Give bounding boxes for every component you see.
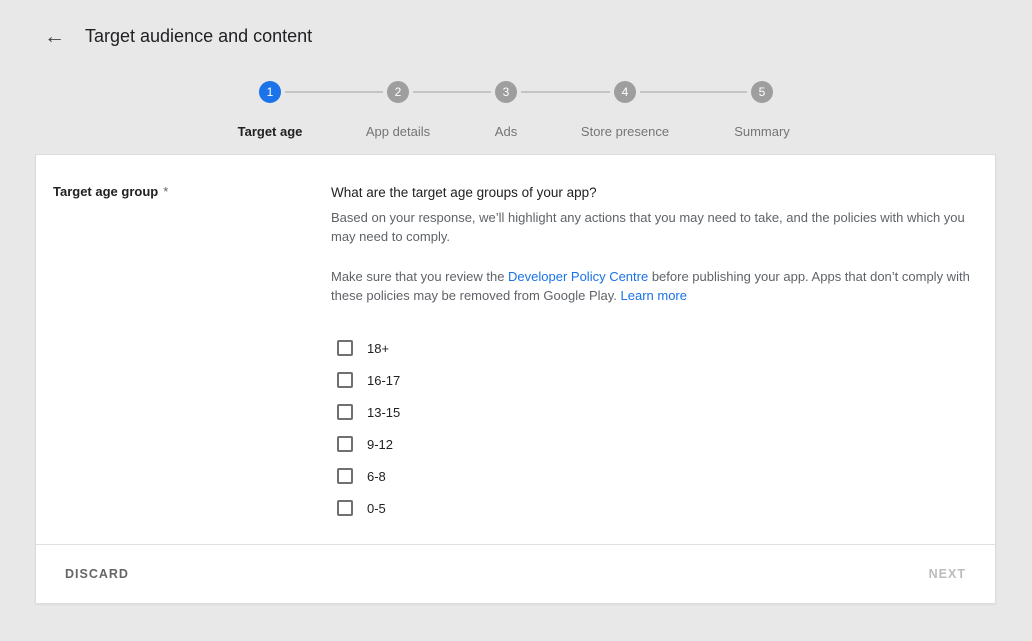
card-body: Target age group * What are the target ag… bbox=[36, 155, 995, 544]
checkbox-label: 18+ bbox=[367, 341, 389, 356]
back-arrow-icon[interactable]: ← bbox=[44, 26, 65, 47]
checkbox-9-12[interactable] bbox=[337, 436, 353, 452]
field-label-group: Target age group * bbox=[53, 184, 168, 199]
checkbox-13-15[interactable] bbox=[337, 404, 353, 420]
step-number-badge: 2 bbox=[387, 81, 409, 103]
page: ← Target audience and content 1 Target a… bbox=[0, 0, 1032, 641]
stepper: 1 Target age 2 App details 3 Ads 4 Store… bbox=[0, 81, 1032, 151]
checkbox-label: 6-8 bbox=[367, 469, 386, 484]
checkbox-label: 0-5 bbox=[367, 501, 386, 516]
checkbox-row-16-17[interactable]: 16-17 bbox=[331, 364, 981, 396]
next-button[interactable]: NEXT bbox=[929, 567, 966, 581]
step-label: Ads bbox=[495, 124, 517, 139]
page-header: ← Target audience and content bbox=[44, 26, 312, 47]
step-label: Target age bbox=[238, 124, 303, 139]
stepper-step-summary[interactable]: 5 Summary bbox=[692, 81, 832, 139]
step-number-badge: 1 bbox=[259, 81, 281, 103]
step-number-badge: 4 bbox=[614, 81, 636, 103]
checkbox-row-18-plus[interactable]: 18+ bbox=[331, 332, 981, 364]
content-card: Target age group * What are the target ag… bbox=[35, 154, 996, 604]
description-text: Based on your response, we’ll highlight … bbox=[331, 208, 981, 246]
card-footer: DISCARD NEXT bbox=[36, 544, 995, 603]
checkbox-6-8[interactable] bbox=[337, 468, 353, 484]
checkbox-18-plus[interactable] bbox=[337, 340, 353, 356]
stepper-step-store-presence[interactable]: 4 Store presence bbox=[555, 81, 695, 139]
checkbox-label: 13-15 bbox=[367, 405, 400, 420]
checkbox-label: 16-17 bbox=[367, 373, 400, 388]
page-title: Target audience and content bbox=[85, 26, 312, 47]
step-number-badge: 5 bbox=[751, 81, 773, 103]
required-asterisk: * bbox=[163, 184, 168, 199]
checkbox-16-17[interactable] bbox=[337, 372, 353, 388]
step-label: App details bbox=[366, 124, 430, 139]
step-number-badge: 3 bbox=[495, 81, 517, 103]
checkbox-row-6-8[interactable]: 6-8 bbox=[331, 460, 981, 492]
form-content: What are the target age groups of your a… bbox=[331, 184, 981, 524]
discard-button[interactable]: DISCARD bbox=[65, 567, 129, 581]
question-text: What are the target age groups of your a… bbox=[331, 184, 981, 201]
policy-text-before: Make sure that you review the bbox=[331, 269, 508, 284]
policy-text: Make sure that you review the Developer … bbox=[331, 267, 981, 305]
checkbox-label: 9-12 bbox=[367, 437, 393, 452]
developer-policy-centre-link[interactable]: Developer Policy Centre bbox=[508, 269, 648, 284]
field-label: Target age group bbox=[53, 184, 158, 199]
checkbox-row-13-15[interactable]: 13-15 bbox=[331, 396, 981, 428]
step-label: Summary bbox=[734, 124, 790, 139]
checkbox-row-9-12[interactable]: 9-12 bbox=[331, 428, 981, 460]
step-label: Store presence bbox=[581, 124, 669, 139]
checkbox-0-5[interactable] bbox=[337, 500, 353, 516]
checkbox-row-0-5[interactable]: 0-5 bbox=[331, 492, 981, 524]
age-group-list: 18+ 16-17 13-15 9-12 bbox=[331, 332, 981, 524]
learn-more-link[interactable]: Learn more bbox=[621, 288, 687, 303]
stepper-step-target-age[interactable]: 1 Target age bbox=[200, 81, 340, 139]
